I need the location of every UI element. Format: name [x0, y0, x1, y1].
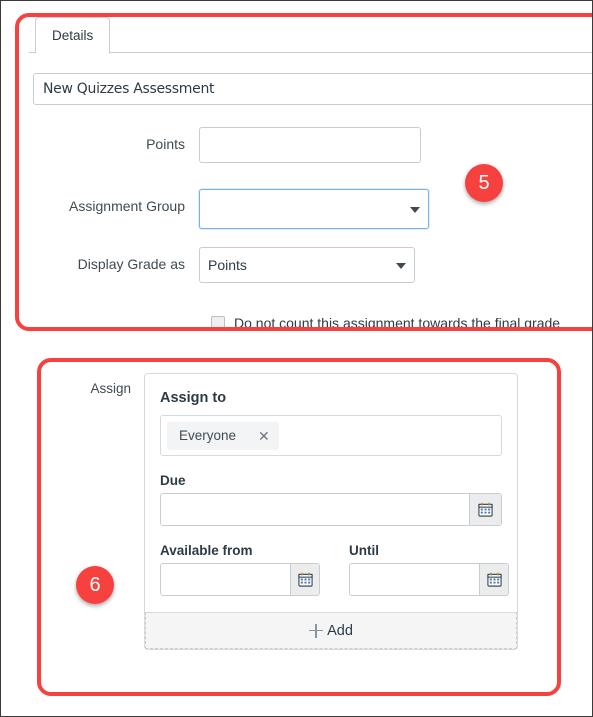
- calendar-icon: [486, 572, 502, 587]
- tab-details-label: Details: [52, 28, 94, 43]
- display-grade-row: Display Grade as Points: [29, 247, 415, 283]
- omit-from-final-grade-row[interactable]: Do not count this assignment towards the…: [211, 315, 560, 331]
- calendar-icon-button-due[interactable]: [468, 494, 501, 525]
- add-button-inner: Add: [309, 623, 353, 639]
- assignee-token-label: Everyone: [179, 428, 237, 443]
- due-date-input[interactable]: [161, 494, 469, 525]
- assessment-title-input[interactable]: [33, 73, 592, 105]
- until-group: Until: [349, 526, 509, 596]
- assign-card: Assign to Everyone ✕ Due Available from …: [144, 373, 518, 650]
- details-panel: Details Points Assignment Group Display …: [29, 17, 592, 331]
- available-from-group: Available from: [160, 526, 320, 596]
- assignment-group-row: Assignment Group: [29, 189, 429, 229]
- assignment-group-select[interactable]: [199, 189, 429, 229]
- due-label: Due: [160, 473, 186, 488]
- available-from-label: Available from: [160, 543, 253, 558]
- omit-from-final-grade-checkbox[interactable]: [211, 316, 225, 330]
- points-input[interactable]: [199, 127, 421, 163]
- calendar-icon-button-until[interactable]: [479, 564, 508, 595]
- availability-row: Available from Until: [160, 526, 509, 596]
- assign-section-label: Assign: [90, 381, 131, 396]
- calendar-icon: [297, 572, 313, 587]
- available-from-input[interactable]: [161, 564, 291, 595]
- points-label: Points: [146, 136, 185, 152]
- add-button-label: Add: [327, 622, 353, 639]
- omit-from-final-grade-label: Do not count this assignment towards the…: [234, 315, 561, 331]
- assignment-group-select-wrap: [199, 189, 429, 229]
- annotation-badge-5: 5: [465, 164, 503, 202]
- tab-details[interactable]: Details: [35, 17, 111, 54]
- display-grade-select[interactable]: Points: [199, 247, 415, 283]
- close-icon[interactable]: ✕: [258, 429, 270, 443]
- assign-to-token-field[interactable]: Everyone ✕: [160, 415, 502, 456]
- display-grade-label: Display Grade as: [77, 256, 185, 272]
- assign-to-heading: Assign to: [160, 390, 227, 406]
- assignment-group-label: Assignment Group: [69, 198, 185, 214]
- until-label: Until: [349, 543, 379, 558]
- calendar-icon: [478, 502, 493, 517]
- display-grade-value: Points: [208, 257, 247, 273]
- screenshot-page: Details Points Assignment Group Display …: [0, 0, 593, 717]
- display-grade-select-wrap: Points: [199, 247, 415, 283]
- calendar-icon-button-available-from[interactable]: [290, 564, 319, 595]
- assignee-token[interactable]: Everyone ✕: [167, 421, 279, 450]
- annotation-box-5: [15, 13, 592, 331]
- points-row: Points: [29, 127, 421, 163]
- plus-icon: [309, 623, 324, 638]
- available-from-input-group: [160, 563, 320, 596]
- until-input-group: [349, 563, 509, 596]
- add-assign-override-button[interactable]: Add: [145, 612, 517, 649]
- tab-bar: Details: [29, 17, 592, 54]
- until-input[interactable]: [350, 564, 480, 595]
- annotation-badge-6: 6: [76, 566, 114, 604]
- due-date-input-group: [160, 493, 502, 526]
